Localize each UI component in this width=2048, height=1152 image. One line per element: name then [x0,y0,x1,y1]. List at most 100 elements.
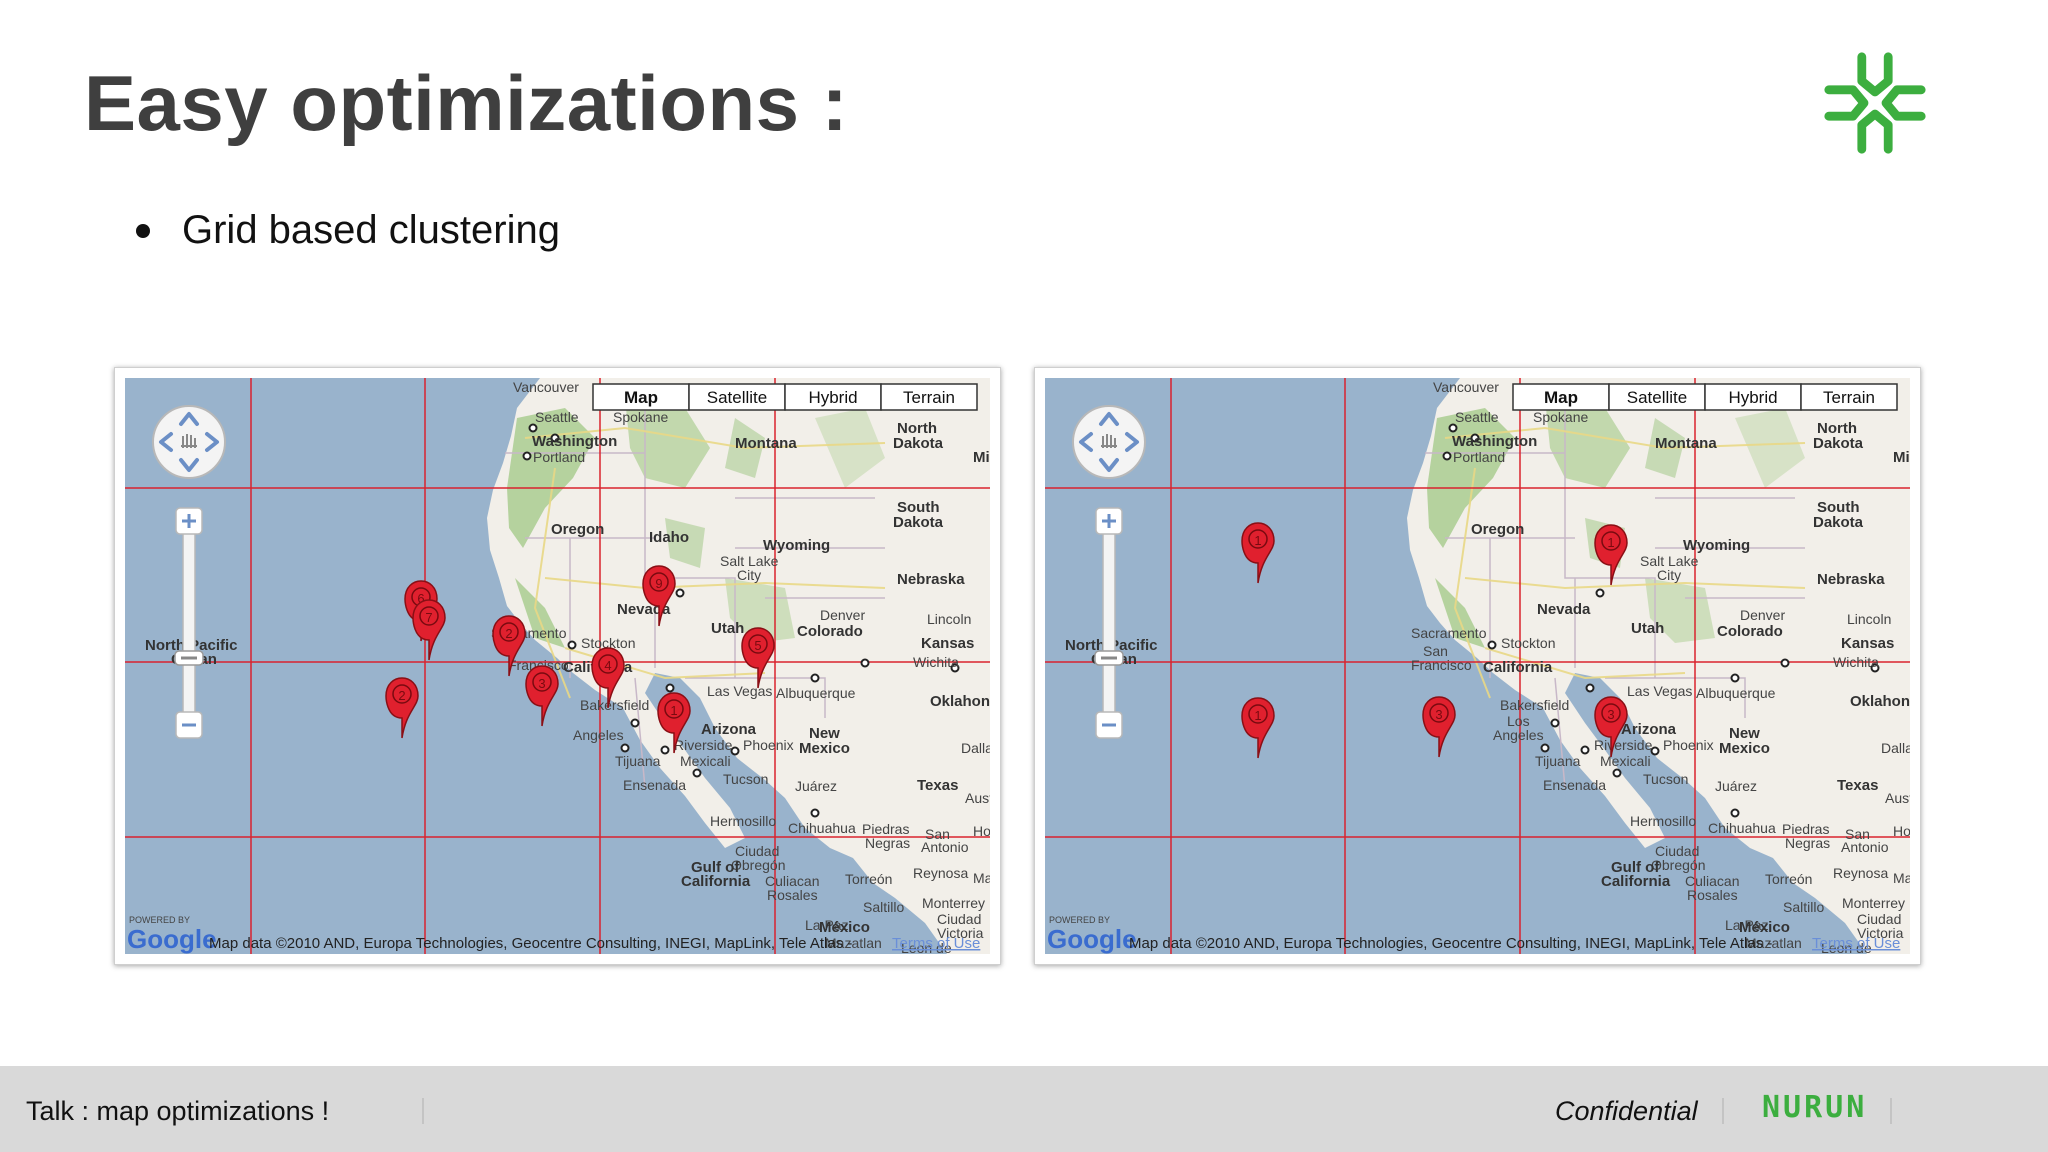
nurun-logo-icon [1824,52,1926,154]
map-label: Wyoming [1683,537,1750,554]
map-label: Monterrey [922,895,985,911]
map-label: Phoenix [743,737,794,753]
svg-text:3: 3 [538,676,545,691]
map-label: Idaho [649,529,689,546]
map-label: Dakota [893,435,944,452]
map-label: Ensenada [623,777,686,793]
map-label: Montana [1655,435,1717,452]
map-label: Riverside [1594,737,1653,753]
map-label: Texas [1837,777,1878,794]
map-label: Dakota [1813,514,1864,531]
map-attribution: Map data ©2010 AND, Europa Technologies,… [209,935,852,952]
map-label: Washington [1452,433,1537,450]
svg-text:1: 1 [1607,535,1614,550]
map-label: Dallas [961,740,990,756]
map-label: Seattle [535,409,579,425]
map-label: City [737,567,761,583]
pan-control[interactable] [1072,405,1146,479]
map-label: Tijuana [1535,753,1581,769]
map-type-hybrid-label: Hybrid [1728,388,1777,407]
map-label: Portland [1453,449,1505,465]
map-label: Seattle [1455,409,1499,425]
map-label: Mexicali [1600,753,1651,769]
map-label: Ho [1893,823,1910,839]
map-label: Antonio [921,839,969,855]
footer-divider [1722,1098,1724,1124]
svg-text:3: 3 [1607,707,1614,722]
map-label: Phoenix [1663,737,1714,753]
map-label: Nevada [1537,601,1591,618]
map-type-map-label: Map [1544,388,1578,407]
map-label: Wichita [1833,654,1879,670]
pan-control[interactable] [152,405,226,479]
map-label: Rosales [767,887,818,903]
map-label: Dakota [1813,435,1864,452]
bullet-item: Grid based clustering [136,208,560,253]
map-label: Dakota [893,514,944,531]
svg-text:4: 4 [604,658,611,673]
map-label: Tucson [723,771,768,787]
footer-brand-logo: NURUN [1762,1090,1868,1125]
map-label: Negras [865,835,910,851]
footer-divider [422,1098,424,1124]
map-label: Angeles [573,727,624,743]
footer-confidential: Confidential [1555,1096,1698,1126]
map-label: Vancouver [1433,379,1499,395]
terms-link[interactable]: Terms of Use [892,935,980,952]
map-type-map-label: Map [624,388,658,407]
map-label: Arizona [1621,721,1677,738]
map-label: Oklahon [1850,693,1910,710]
map-label: Bakersfield [580,697,649,713]
map-label: Kansas [921,635,974,652]
map-label: Nebraska [1817,571,1885,588]
map-label: Mat [1893,870,1910,886]
map-label: Aust [1885,790,1910,806]
svg-text:1: 1 [670,703,677,718]
map-label: Texas [917,777,958,794]
terms-link[interactable]: Terms of Use [1812,935,1900,952]
map-before-clustering: Vancouver Seattle Spokane Portland Salt … [114,367,1001,965]
map-canvas[interactable]: Vancouver Seattle Spokane Portland Salt … [1045,378,1910,954]
map-label: Utah [711,620,744,637]
map-label: Denver [1740,607,1785,623]
map-label: Mexico [1719,740,1770,757]
slide-title: Easy optimizations : [84,59,849,147]
map-label: Monterrey [1842,895,1905,911]
map-label: Utah [1631,620,1664,637]
map-label: Montana [735,435,797,452]
map-label: Tucson [1643,771,1688,787]
map-label: Kansas [1841,635,1894,652]
map-type-terrain-label: Terrain [903,388,955,407]
map-label: Vancouver [513,379,579,395]
map-label: Reynosa [913,865,968,881]
map-label: City [1657,567,1681,583]
zoom-slider-track[interactable] [182,517,196,729]
map-label: Reynosa [1833,865,1888,881]
bullet-dot-icon [136,223,150,238]
map-label: Ho [973,823,990,839]
map-label: Chihuahua [1708,820,1776,836]
map-label: Hermosillo [1630,813,1696,829]
map-label: Chihuahua [788,820,856,836]
map-label: Antonio [1841,839,1889,855]
map-label: California [1483,659,1553,676]
zoom-slider-track[interactable] [1102,517,1116,729]
map-label: California [1601,873,1671,890]
map-after-clustering: Vancouver Seattle Spokane Portland Salt … [1034,367,1921,965]
map-label: Sacramento [1411,625,1487,641]
map-label: Ensenada [1543,777,1606,793]
map-label: Washington [532,433,617,450]
map-label: Oregon [551,521,604,538]
map-label: Torreón [1765,871,1812,887]
map-label: Nebraska [897,571,965,588]
map-label: Albuquerque [776,685,856,701]
map-label: Negras [1785,835,1830,851]
map-label: Lincoln [927,611,971,627]
svg-text:5: 5 [754,638,761,653]
map-label: Mat [973,870,990,886]
map-label: Oklahon [930,693,990,710]
google-logo: Google [1047,924,1137,954]
map-label: Riverside [674,737,733,753]
map-canvas[interactable]: Vancouver Seattle Spokane Portland Salt … [125,378,990,954]
map-label: Aust [965,790,990,806]
